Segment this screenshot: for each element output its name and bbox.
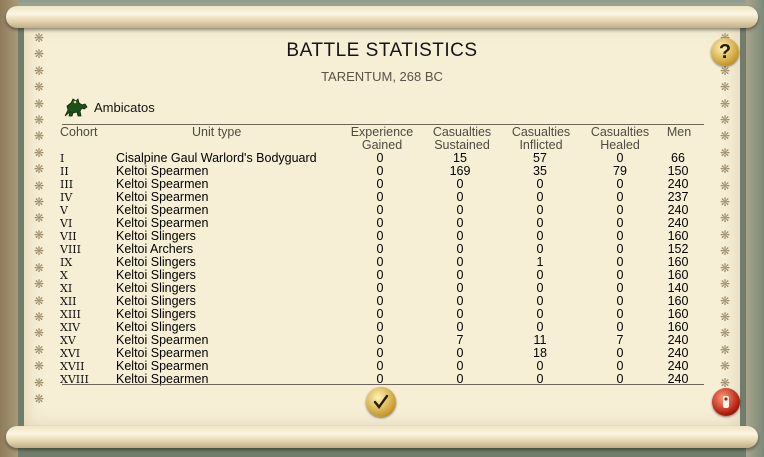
column-header-casualties-healed: Casualties Healed — [590, 125, 650, 152]
window-title: BATTLE STATISTICS — [286, 40, 478, 61]
cohort-numeral: IV — [60, 191, 73, 204]
scroll-rod-bottom — [6, 426, 758, 448]
checkmark-icon — [373, 394, 389, 409]
cohort-numeral: II — [60, 165, 69, 178]
close-button[interactable] — [712, 388, 740, 416]
horse-icon — [64, 98, 88, 117]
footer-divider — [62, 384, 704, 385]
cohort-numeral: XI — [60, 282, 73, 295]
battle-location: TARENTUM, 268 BC — [321, 69, 443, 84]
cohort-numeral: XVI — [60, 347, 81, 360]
general-header: Ambicatos — [62, 96, 155, 118]
column-header-casualties-sustained: Casualties Sustained — [432, 125, 492, 152]
cohort-numeral: X — [60, 269, 68, 282]
column-header-cohort: Cohort — [60, 125, 98, 139]
cohort-numeral: XVII — [60, 360, 85, 373]
cohort-numeral: VII — [60, 230, 77, 243]
exit-icon — [723, 396, 729, 408]
cohort-numeral: XII — [60, 295, 77, 308]
help-button[interactable]: ? — [711, 38, 739, 66]
cohort-numeral: XIII — [60, 308, 81, 321]
column-header-men: Men — [666, 125, 692, 139]
column-header-experience: Experience Gained — [350, 125, 414, 152]
cohort-numeral: VIII — [60, 243, 81, 256]
column-header-casualties-inflicted: Casualties Inflicted — [511, 125, 571, 152]
confirm-button[interactable] — [366, 387, 396, 417]
cohort-numeral: V — [60, 204, 68, 217]
cohort-numeral: XIV — [60, 321, 81, 334]
cohort-numeral: I — [60, 152, 65, 165]
cohort-numeral: VI — [60, 217, 73, 230]
general-name: Ambicatos — [94, 99, 155, 115]
cohort-numeral: III — [60, 178, 74, 191]
column-header-unit-type: Unit type — [192, 125, 242, 139]
question-mark-icon: ? — [718, 40, 732, 63]
cohort-numeral: XV — [60, 334, 76, 347]
scroll-rod-top — [6, 6, 758, 28]
cohort-numeral: IX — [60, 256, 73, 269]
